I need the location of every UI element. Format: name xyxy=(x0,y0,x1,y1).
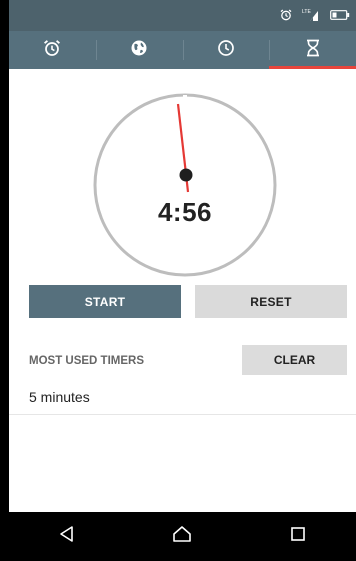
home-button[interactable] xyxy=(152,517,212,557)
dial-ring xyxy=(93,93,277,277)
battery-icon xyxy=(330,10,350,20)
dial-center-dot xyxy=(179,168,193,182)
lte-signal-icon: LTE xyxy=(302,8,320,22)
alarm-icon xyxy=(280,9,292,21)
status-bar: LTE xyxy=(9,0,356,31)
list-divider xyxy=(9,414,356,415)
tab-timer[interactable] xyxy=(269,31,356,69)
reset-button[interactable]: RESET xyxy=(195,285,347,318)
start-button[interactable]: START xyxy=(29,285,181,318)
time-remaining: 4:56 xyxy=(157,197,213,227)
most-used-timers-heading: MOST USED TIMERS xyxy=(29,355,145,367)
timer-dial[interactable]: 4:56 xyxy=(92,92,278,278)
list-item[interactable]: 5 minutes xyxy=(29,389,90,405)
back-button[interactable] xyxy=(37,517,97,557)
tab-alarm[interactable] xyxy=(9,31,96,69)
tab-stopwatch[interactable] xyxy=(182,31,270,69)
globe-icon xyxy=(130,39,148,62)
navigation-bar xyxy=(9,512,356,561)
phone-screen: LTE 4:56 START RESET MOST USED TIMERS CL… xyxy=(9,0,356,561)
tab-world-clock[interactable] xyxy=(95,31,183,69)
network-type-label: LTE xyxy=(302,9,311,15)
recents-button[interactable] xyxy=(268,517,328,557)
tab-bar xyxy=(9,31,356,69)
hourglass-icon xyxy=(305,39,321,62)
clock-icon xyxy=(217,39,235,62)
status-icons: LTE xyxy=(280,8,350,22)
clear-button[interactable]: CLEAR xyxy=(242,345,347,375)
back-icon xyxy=(58,525,76,548)
recents-icon xyxy=(290,526,306,547)
alarm-clock-icon xyxy=(43,39,61,62)
home-icon xyxy=(172,525,192,548)
